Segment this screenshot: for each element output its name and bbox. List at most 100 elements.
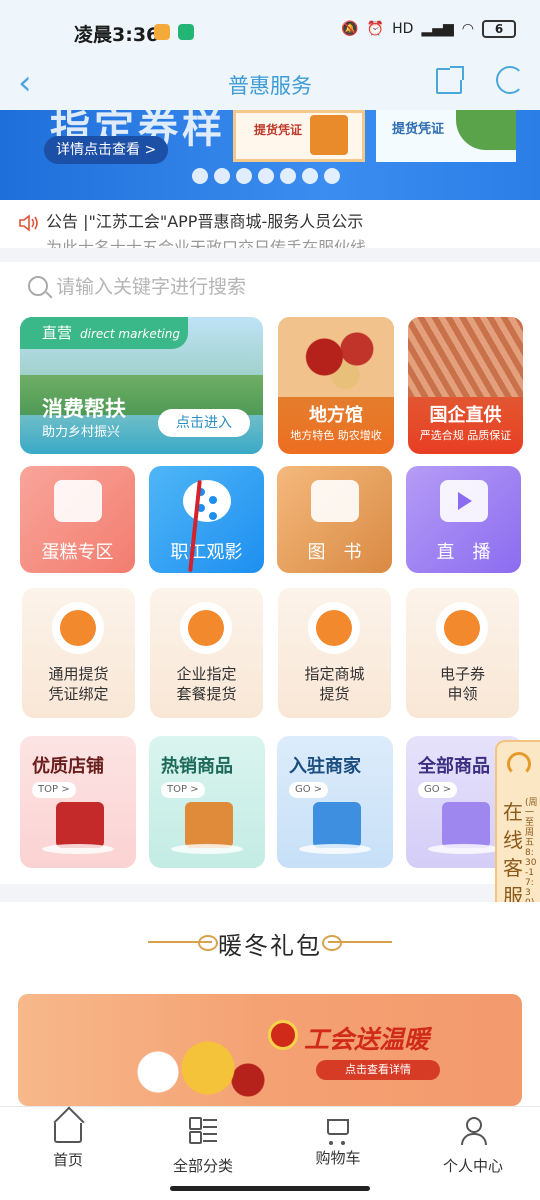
tab-cart[interactable]: 购物车 bbox=[288, 1117, 388, 1168]
shop-logo-icon bbox=[56, 802, 104, 848]
search-input[interactable]: 请输入关键字进行搜索 bbox=[56, 272, 246, 299]
winter-gift-banner[interactable]: 工会送温暖 点击查看详情 bbox=[18, 994, 522, 1106]
shop-title: 优质店铺 bbox=[32, 756, 104, 777]
video-camera-icon bbox=[440, 480, 488, 522]
service-enterprise-package[interactable]: 企业指定 套餐提货 bbox=[150, 588, 263, 718]
shop-tag: TOP > bbox=[32, 782, 76, 798]
category-cake[interactable]: 蛋糕专区 bbox=[20, 466, 135, 573]
section-title: 暖冬礼包 bbox=[218, 932, 322, 960]
soe-supply-subtitle: 严选合规 品质保证 bbox=[419, 429, 512, 442]
status-indicators: 🔕 ⏰ HD ▂▄▆ ◠ 6 bbox=[341, 20, 516, 38]
shop-tag: TOP > bbox=[161, 782, 205, 798]
service-e-coupon[interactable]: 电子券 申领 bbox=[406, 588, 519, 718]
service-designated-mall[interactable]: 指定商城 提货 bbox=[278, 588, 391, 718]
enter-button[interactable]: 点击进入 bbox=[158, 409, 250, 437]
share-icon[interactable] bbox=[436, 66, 464, 94]
home-icon bbox=[54, 1123, 82, 1143]
category-label: 直 播 bbox=[436, 542, 491, 563]
search-icon bbox=[28, 275, 48, 296]
soe-supply-tile[interactable]: 国企直供 严选合规 品质保证 bbox=[408, 317, 523, 454]
section-header: 暖冬礼包 bbox=[0, 902, 540, 982]
ornament-right bbox=[322, 935, 392, 951]
tab-home[interactable]: 首页 bbox=[18, 1117, 118, 1170]
page-dot[interactable] bbox=[192, 168, 208, 184]
local-pavilion-subtitle: 地方特色 助农增收 bbox=[290, 429, 382, 442]
page-dot[interactable] bbox=[302, 168, 318, 184]
page-dot[interactable] bbox=[236, 168, 252, 184]
banner-pagination bbox=[192, 168, 340, 184]
announcement-text[interactable]: 公告 |"江苏工会"APP晋惠商城-服务人员公示 bbox=[46, 208, 363, 232]
poverty-alleviation-tile[interactable]: 直营 direct marketing 消费帮扶 助力乡村振兴 点击进入 bbox=[20, 317, 263, 454]
hot-products-tile[interactable]: 热销商品 TOP > bbox=[149, 736, 265, 868]
category-icon bbox=[189, 1117, 217, 1144]
page-dot[interactable] bbox=[324, 168, 340, 184]
local-pavilion-tile[interactable]: 地方馆 地方特色 助农增收 bbox=[278, 317, 394, 454]
tab-categories[interactable]: 全部分类 bbox=[153, 1117, 253, 1176]
announcement-text-next: 为此士名士士五会业天政口交日传手在服伙线 bbox=[46, 238, 367, 248]
local-pavilion-title: 地方馆 bbox=[309, 405, 363, 426]
announcement-bar[interactable]: 公告 |"江苏工会"APP晋惠商城-服务人员公示 为此士名士士五会业天政口交日传… bbox=[0, 200, 540, 248]
phone-coupon-icon bbox=[436, 602, 488, 654]
alarm-icon: ⏰ bbox=[366, 21, 385, 37]
document-icon bbox=[308, 602, 360, 654]
tab-label: 首页 bbox=[52, 1151, 83, 1169]
rice-bag-icon bbox=[185, 802, 233, 848]
signal-label: HD bbox=[392, 21, 414, 37]
speaker-icon bbox=[19, 214, 38, 232]
gift-icon bbox=[310, 115, 348, 155]
quality-shops-tile[interactable]: 优质店铺 TOP > bbox=[20, 736, 136, 868]
category-label: 职工观影 bbox=[170, 542, 243, 563]
view-details-button[interactable]: 点击查看详情 bbox=[316, 1060, 440, 1080]
union-logo-icon bbox=[268, 1020, 298, 1050]
page-dot[interactable] bbox=[214, 168, 230, 184]
dates-image bbox=[278, 317, 394, 397]
category-books[interactable]: 图 书 bbox=[277, 466, 392, 573]
page-dot[interactable] bbox=[258, 168, 274, 184]
boxes-icon bbox=[180, 602, 232, 654]
merchants-tile[interactable]: 入驻商家 GO > bbox=[277, 736, 393, 868]
promo-banner[interactable]: 指定券样 详情点击查看 > 提货凭证 提货凭证 bbox=[0, 110, 540, 200]
online-customer-service-button[interactable]: 在线客服 (周一至周五 8:30-17:30) bbox=[495, 740, 540, 928]
page-dot[interactable] bbox=[280, 168, 296, 184]
winter-gift-banner-wrap: 工会送温暖 点击查看详情 bbox=[0, 982, 540, 1106]
storefront-icon bbox=[313, 802, 361, 848]
cake-icon bbox=[54, 480, 102, 522]
poverty-alleviation-subtitle: 助力乡村振兴 bbox=[42, 425, 121, 440]
status-time: 凌晨3:36 bbox=[74, 24, 160, 46]
banner-detail-button[interactable]: 详情点击查看 > bbox=[44, 136, 169, 164]
cart-icon bbox=[327, 1119, 349, 1145]
pedestal bbox=[42, 844, 114, 854]
direct-marketing-tag: 直营 direct marketing bbox=[20, 317, 188, 349]
mute-icon: 🔕 bbox=[341, 21, 359, 37]
pedestal bbox=[428, 844, 500, 854]
wifi-icon: ◠ bbox=[461, 21, 474, 37]
service-voucher-binding[interactable]: 通用提货 凭证绑定 bbox=[22, 588, 135, 718]
leaf-image bbox=[456, 110, 516, 150]
refresh-icon[interactable] bbox=[496, 66, 524, 94]
tab-label: 个人中心 bbox=[442, 1157, 503, 1175]
shop-title: 入驻商家 bbox=[289, 756, 361, 777]
customer-service-label: 在线客服 bbox=[503, 800, 523, 908]
category-live[interactable]: 直 播 bbox=[406, 466, 521, 573]
ticket-icon bbox=[52, 602, 104, 654]
security-app-icon bbox=[178, 24, 194, 40]
signal-icon: ▂▄▆ bbox=[421, 21, 454, 37]
banner-voucher-card: 提货凭证 bbox=[233, 110, 365, 162]
shop-tag: GO > bbox=[418, 782, 458, 798]
voucher-card-title-2: 提货凭证 bbox=[392, 122, 445, 137]
tab-profile[interactable]: 个人中心 bbox=[423, 1117, 523, 1176]
building-image bbox=[408, 317, 523, 397]
user-icon bbox=[459, 1117, 487, 1145]
voucher-card-title: 提货凭证 bbox=[254, 123, 303, 137]
battery-icon: 6 bbox=[482, 20, 516, 38]
category-movie[interactable]: 职工观影 bbox=[149, 466, 264, 573]
gesture-home-bar[interactable] bbox=[170, 1186, 370, 1191]
banner-slogan: 工会送温暖 bbox=[304, 1025, 430, 1054]
nav-bar: ‹ 普惠服务 bbox=[0, 62, 540, 110]
book-icon bbox=[311, 480, 359, 522]
status-bar: 凌晨3:36 🔕 ⏰ HD ▂▄▆ ◠ 6 bbox=[0, 0, 540, 62]
service-label: 通用提货 凭证绑定 bbox=[48, 665, 109, 703]
category-label: 图 书 bbox=[307, 542, 362, 563]
search-bar[interactable]: 请输入关键字进行搜索 bbox=[28, 272, 246, 299]
shop-title: 全部商品 bbox=[418, 756, 490, 777]
